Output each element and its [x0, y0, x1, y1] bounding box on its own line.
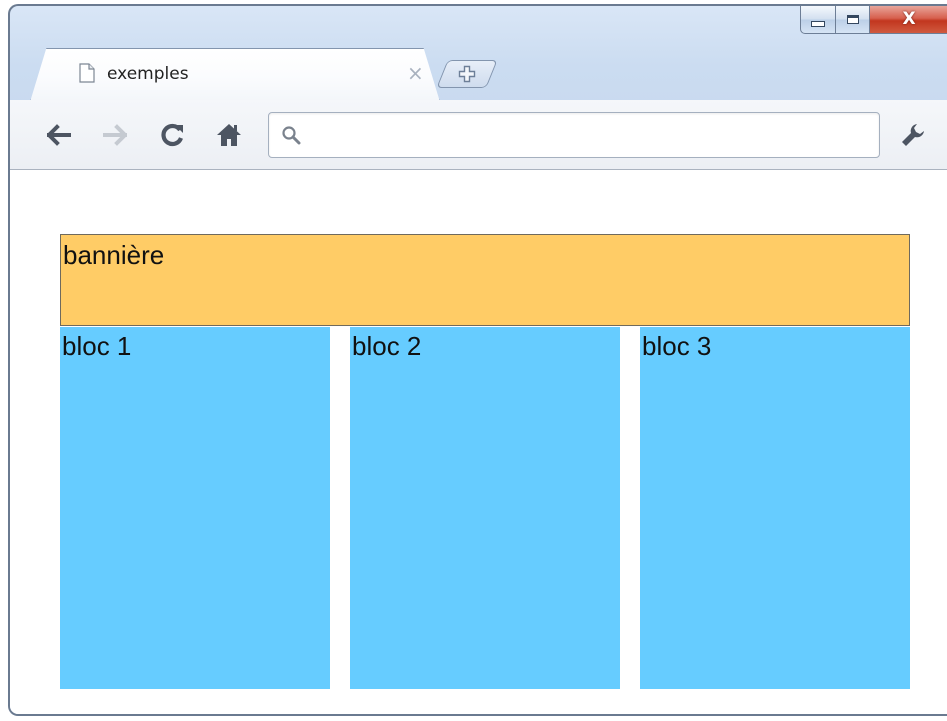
- reload-button[interactable]: [158, 120, 188, 150]
- address-bar[interactable]: [268, 112, 880, 158]
- forward-button[interactable]: [100, 120, 130, 150]
- home-button[interactable]: [214, 120, 244, 150]
- settings-button[interactable]: [898, 120, 928, 150]
- address-input[interactable]: [313, 121, 867, 151]
- minimize-button[interactable]: [800, 6, 836, 34]
- browser-window: X exemples × bannière bloc 1 bloc 2 bloc…: [8, 4, 947, 716]
- window-controls: X: [800, 6, 947, 36]
- search-icon: [282, 126, 301, 145]
- new-tab-button[interactable]: [436, 60, 498, 88]
- block-label: bloc 1: [62, 331, 132, 361]
- tab-close-icon[interactable]: ×: [407, 61, 424, 85]
- tab-title: exemples: [107, 64, 189, 84]
- banner: bannière: [60, 234, 910, 326]
- close-icon: X: [902, 9, 916, 29]
- block-label: bloc 3: [642, 331, 712, 361]
- forward-arrow-icon: [103, 124, 127, 146]
- reload-icon: [161, 123, 183, 147]
- plus-icon: [458, 65, 476, 83]
- back-arrow-icon: [47, 124, 71, 146]
- block-3: bloc 3: [640, 327, 910, 689]
- banner-label: bannière: [63, 240, 165, 270]
- page-viewport: bannière bloc 1 bloc 2 bloc 3: [10, 170, 947, 714]
- block-1: bloc 1: [60, 327, 330, 689]
- tab-exemples[interactable]: exemples ×: [30, 48, 440, 102]
- close-window-button[interactable]: X: [870, 6, 947, 34]
- minimize-icon: [811, 20, 825, 27]
- home-icon: [217, 124, 241, 146]
- tab-strip: exemples ×: [10, 48, 947, 102]
- maximize-button[interactable]: [836, 6, 870, 34]
- browser-toolbar: [10, 100, 947, 170]
- page-icon: [79, 63, 95, 83]
- wrench-icon: [902, 124, 924, 146]
- block-label: bloc 2: [352, 331, 422, 361]
- back-button[interactable]: [44, 120, 74, 150]
- maximize-icon: [846, 15, 859, 24]
- block-2: bloc 2: [350, 327, 620, 689]
